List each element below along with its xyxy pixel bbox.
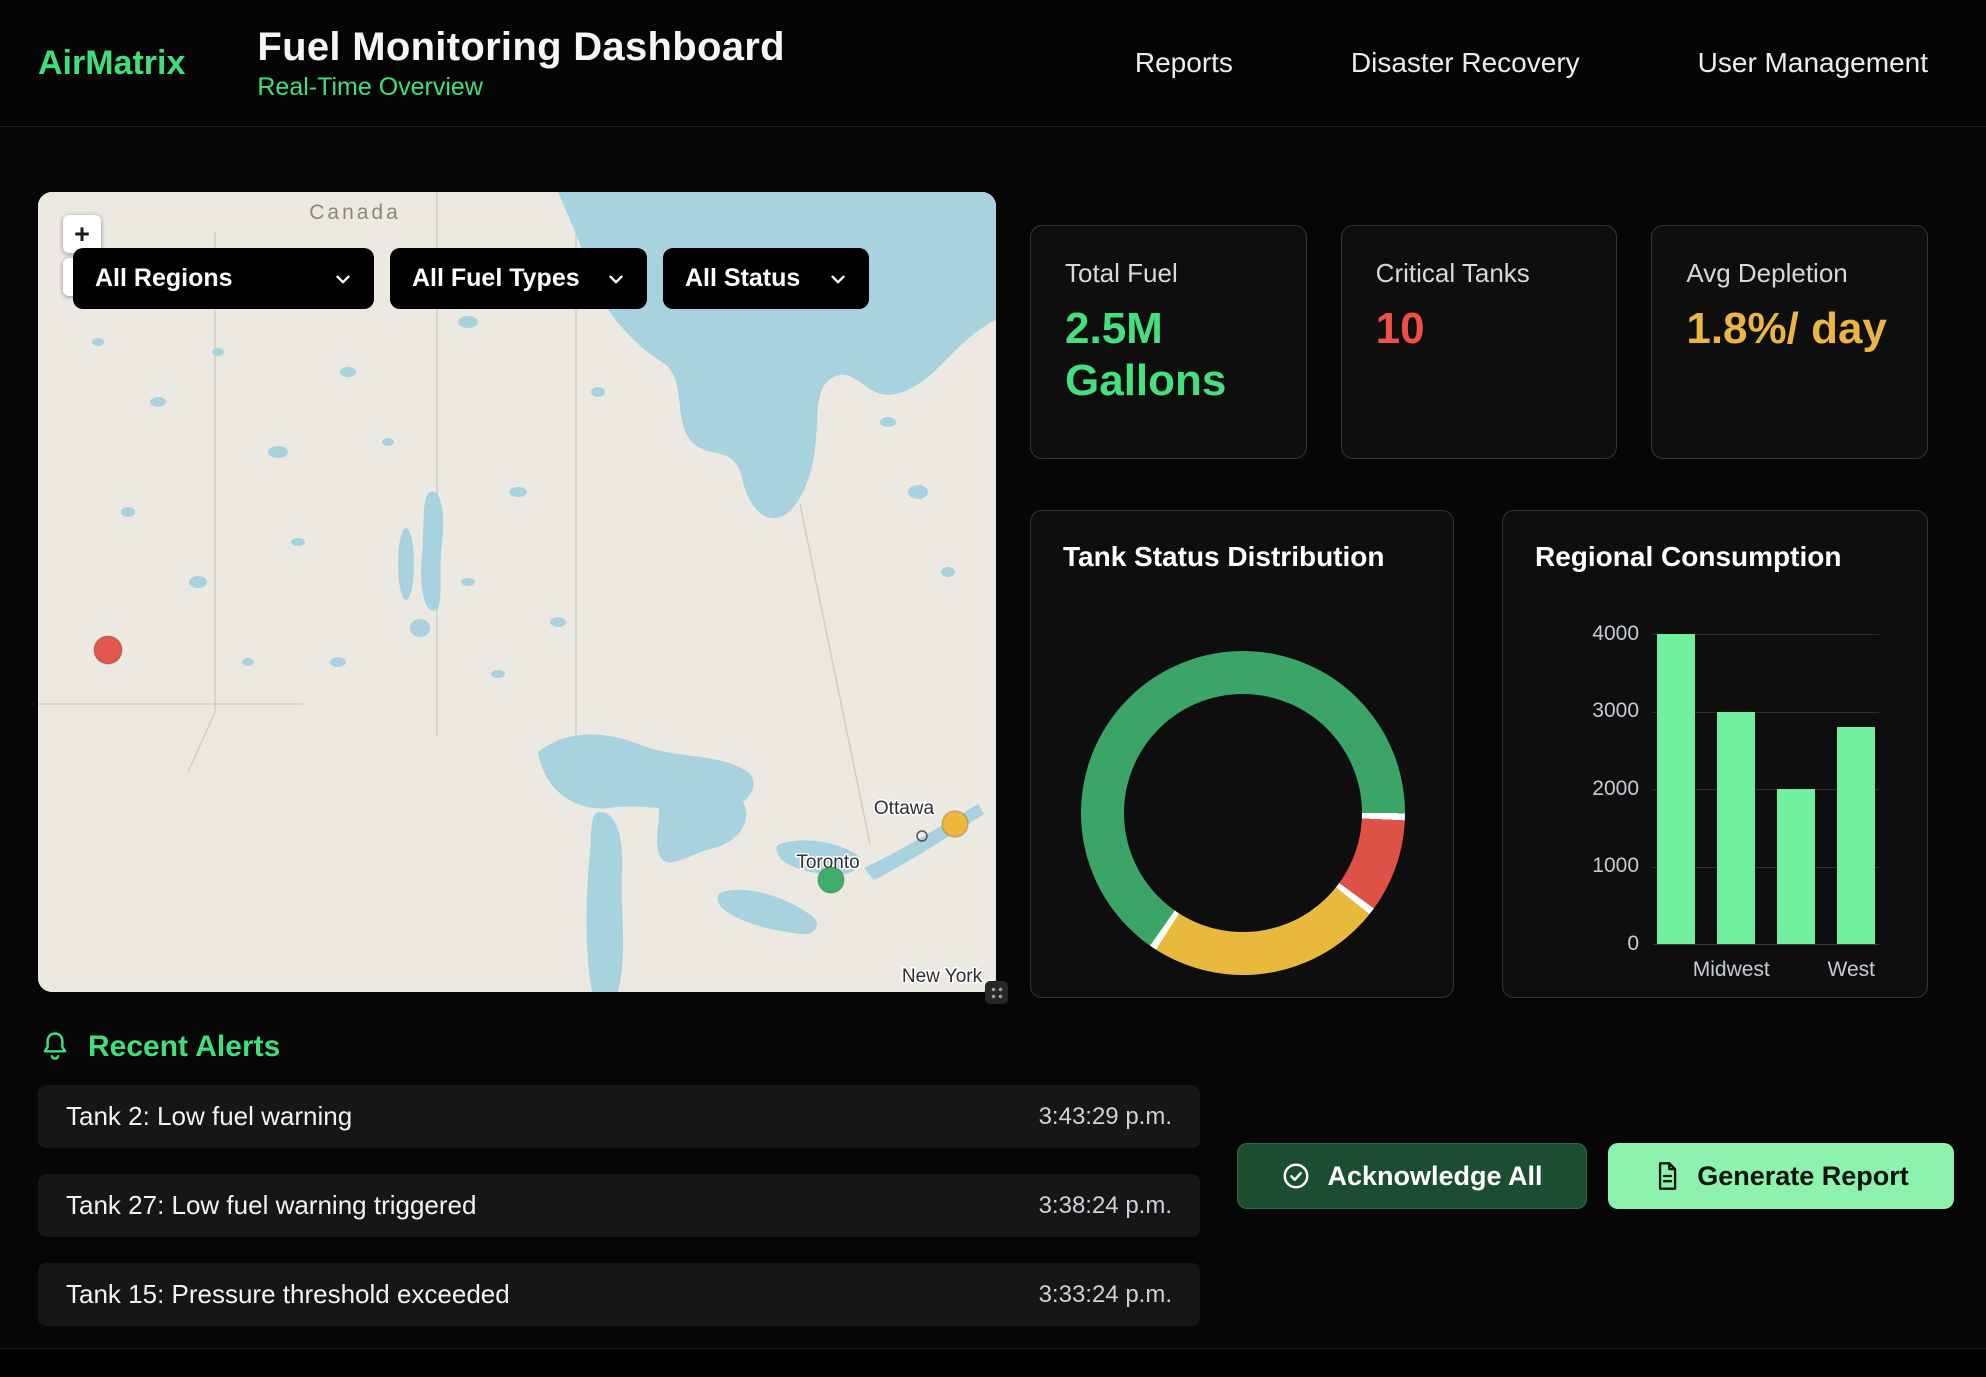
alert-time: 3:38:24 p.m. bbox=[1039, 1192, 1172, 1220]
generate-report-label: Generate Report bbox=[1697, 1161, 1909, 1192]
grip-dots-icon bbox=[989, 985, 1005, 1001]
chevron-down-icon bbox=[605, 268, 627, 290]
x-axis-tick bbox=[1657, 958, 1671, 982]
alert-row: Tank 15: Pressure threshold exceeded 3:3… bbox=[38, 1263, 1200, 1326]
y-axis-tick: 4000 bbox=[1531, 622, 1639, 646]
stat-value: 1.8%/ day bbox=[1686, 303, 1893, 355]
dashboard: AirMatrix Fuel Monitoring Dashboard Real… bbox=[0, 0, 1986, 1376]
map-label-country: Canada bbox=[309, 201, 401, 224]
nav-user-management[interactable]: User Management bbox=[1698, 47, 1928, 79]
alert-row: Tank 2: Low fuel warning 3:43:29 p.m. bbox=[38, 1085, 1200, 1148]
document-icon bbox=[1653, 1161, 1681, 1191]
alert-text: Tank 15: Pressure threshold exceeded bbox=[66, 1279, 510, 1310]
map-canvas: Canada Ottawa Toronto New York bbox=[38, 192, 996, 992]
recent-alerts-heading: Recent Alerts bbox=[40, 1030, 280, 1064]
chevron-down-icon bbox=[332, 268, 354, 290]
map-marker-critical[interactable] bbox=[94, 636, 122, 664]
map-filters: All Regions All Fuel Types All Status bbox=[73, 248, 869, 309]
alert-time: 3:43:29 p.m. bbox=[1039, 1103, 1172, 1131]
y-axis-tick: 1000 bbox=[1531, 854, 1639, 878]
map-label-ottawa: Ottawa bbox=[874, 798, 935, 819]
page-title: Fuel Monitoring Dashboard bbox=[257, 25, 784, 70]
x-axis-ticks: Midwest West bbox=[1653, 958, 1879, 982]
stat-card-critical-tanks: Critical Tanks 10 bbox=[1341, 225, 1618, 459]
title-block: Fuel Monitoring Dashboard Real-Time Over… bbox=[257, 25, 784, 102]
stat-value: 2.5M Gallons bbox=[1065, 303, 1272, 407]
nav-disaster-recovery[interactable]: Disaster Recovery bbox=[1351, 47, 1580, 79]
regions-filter-label: All Regions bbox=[95, 264, 233, 293]
acknowledge-all-label: Acknowledge All bbox=[1327, 1161, 1542, 1192]
regional-consumption-card: Regional Consumption 4000 3000 2000 1000… bbox=[1502, 510, 1928, 998]
stat-cards: Total Fuel 2.5M Gallons Critical Tanks 1… bbox=[1030, 225, 1928, 459]
chevron-down-icon bbox=[827, 268, 849, 290]
page-subtitle: Real-Time Overview bbox=[257, 73, 784, 102]
acknowledge-all-button[interactable]: Acknowledge All bbox=[1237, 1143, 1587, 1209]
alert-time: 3:33:24 p.m. bbox=[1039, 1281, 1172, 1309]
map-resize-handle[interactable] bbox=[985, 981, 1008, 1004]
stat-card-avg-depletion: Avg Depletion 1.8%/ day bbox=[1651, 225, 1928, 459]
chart-title: Tank Status Distribution bbox=[1063, 541, 1421, 573]
stat-label: Critical Tanks bbox=[1376, 258, 1583, 289]
alert-row: Tank 27: Low fuel warning triggered 3:38… bbox=[38, 1174, 1200, 1237]
footer-bar bbox=[0, 1348, 1986, 1377]
bar bbox=[1657, 634, 1695, 944]
chart-title: Regional Consumption bbox=[1535, 541, 1895, 573]
map-label-new-york: New York bbox=[902, 966, 983, 987]
bar bbox=[1837, 727, 1875, 944]
map[interactable]: Canada Ottawa Toronto New York + − All R… bbox=[38, 192, 996, 992]
fuel-types-filter-dropdown[interactable]: All Fuel Types bbox=[390, 248, 647, 309]
y-axis-tick: 2000 bbox=[1531, 777, 1639, 801]
donut-chart bbox=[1081, 651, 1405, 975]
stat-value: 10 bbox=[1376, 303, 1583, 355]
stat-label: Total Fuel bbox=[1065, 258, 1272, 289]
bell-icon bbox=[40, 1031, 70, 1063]
status-filter-label: All Status bbox=[685, 264, 800, 293]
check-circle-icon bbox=[1281, 1161, 1311, 1191]
regions-filter-dropdown[interactable]: All Regions bbox=[73, 248, 374, 309]
map-marker-warning[interactable] bbox=[942, 811, 968, 837]
recent-alerts-title: Recent Alerts bbox=[88, 1030, 280, 1064]
header: AirMatrix Fuel Monitoring Dashboard Real… bbox=[0, 0, 1986, 127]
tank-status-distribution-card: Tank Status Distribution bbox=[1030, 510, 1454, 998]
generate-report-button[interactable]: Generate Report bbox=[1608, 1143, 1954, 1209]
alert-text: Tank 27: Low fuel warning triggered bbox=[66, 1190, 476, 1221]
nav-reports[interactable]: Reports bbox=[1135, 47, 1233, 79]
map-marker-normal[interactable] bbox=[818, 867, 844, 893]
y-axis-tick: 3000 bbox=[1531, 699, 1639, 723]
bar bbox=[1777, 789, 1815, 944]
bar bbox=[1717, 712, 1755, 945]
stat-label: Avg Depletion bbox=[1686, 258, 1893, 289]
stat-card-total-fuel: Total Fuel 2.5M Gallons bbox=[1030, 225, 1307, 459]
y-axis-tick: 0 bbox=[1531, 932, 1639, 956]
x-axis-tick: Midwest bbox=[1693, 958, 1770, 982]
app-logo: AirMatrix bbox=[38, 44, 185, 83]
bar-chart-bars bbox=[1653, 634, 1879, 944]
alert-text: Tank 2: Low fuel warning bbox=[66, 1101, 352, 1132]
status-filter-dropdown[interactable]: All Status bbox=[663, 248, 869, 309]
fuel-types-filter-label: All Fuel Types bbox=[412, 264, 580, 293]
x-axis-tick: West bbox=[1828, 958, 1875, 982]
main-nav: Reports Disaster Recovery User Managemen… bbox=[1135, 47, 1928, 79]
x-axis-tick bbox=[1792, 958, 1806, 982]
